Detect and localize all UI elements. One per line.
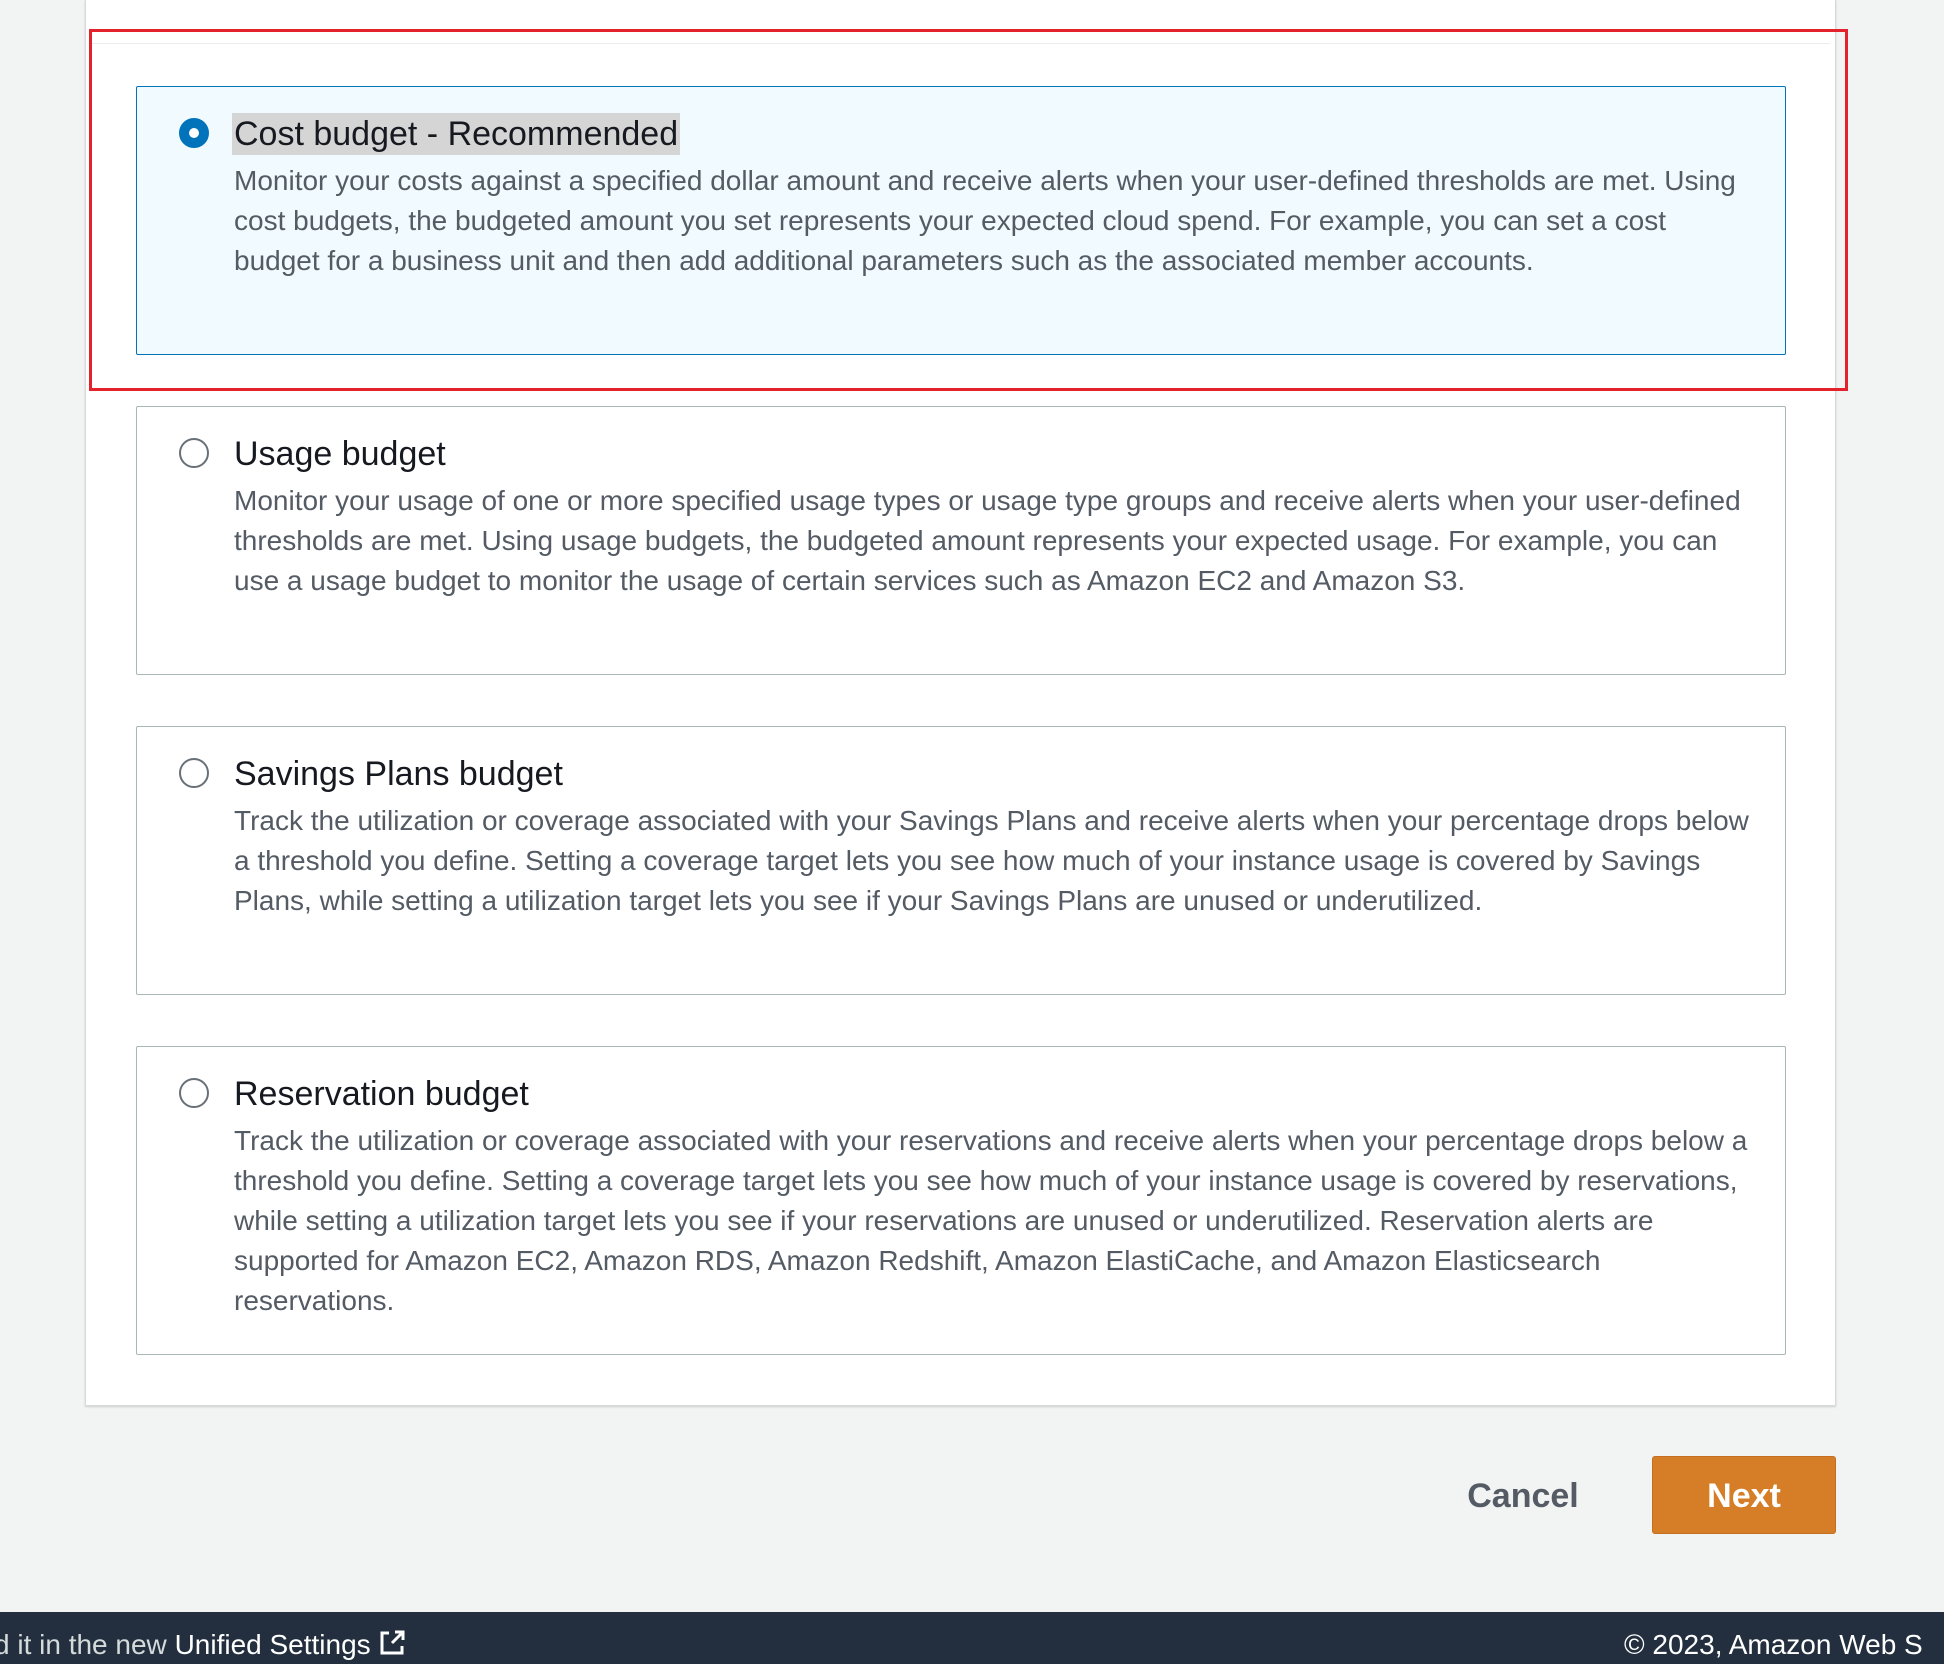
console-footer: d it in the new Unified Settings © 2023,…	[0, 1612, 1944, 1664]
savings-plans-budget-title: Savings Plans budget	[234, 755, 563, 793]
cost-budget-radio[interactable]	[179, 118, 209, 148]
cost-budget-description: Monitor your costs against a specified d…	[234, 165, 1736, 276]
unified-settings-link[interactable]: Unified Settings	[175, 1629, 371, 1660]
savings-plans-budget-radio[interactable]	[179, 758, 209, 788]
footer-notice-text: d it in the new	[0, 1629, 175, 1660]
footer-settings-notice: d it in the new Unified Settings	[0, 1627, 407, 1664]
budget-option-cost[interactable]: Cost budget - Recommended Monitor your c…	[136, 86, 1786, 355]
footer-copyright: © 2023, Amazon Web S	[1624, 1629, 1923, 1660]
usage-budget-radio[interactable]	[179, 438, 209, 468]
reservation-budget-radio[interactable]	[179, 1078, 209, 1108]
cancel-button[interactable]: Cancel	[1448, 1456, 1598, 1534]
panel-divider	[91, 43, 1830, 44]
budget-option-usage[interactable]: Usage budget Monitor your usage of one o…	[136, 406, 1786, 675]
usage-budget-title: Usage budget	[234, 435, 446, 473]
next-button[interactable]: Next	[1652, 1456, 1836, 1534]
reservation-budget-description: Track the utilization or coverage associ…	[234, 1125, 1748, 1316]
reservation-budget-title: Reservation budget	[234, 1075, 529, 1113]
cost-budget-title: Cost budget - Recommended	[232, 113, 681, 155]
external-link-icon[interactable]	[377, 1628, 407, 1664]
budget-option-reservation[interactable]: Reservation budget Track the utilization…	[136, 1046, 1786, 1355]
savings-plans-budget-description: Track the utilization or coverage associ…	[234, 805, 1749, 916]
budget-option-savings-plans[interactable]: Savings Plans budget Track the utilizati…	[136, 726, 1786, 995]
usage-budget-description: Monitor your usage of one or more specif…	[234, 485, 1741, 596]
